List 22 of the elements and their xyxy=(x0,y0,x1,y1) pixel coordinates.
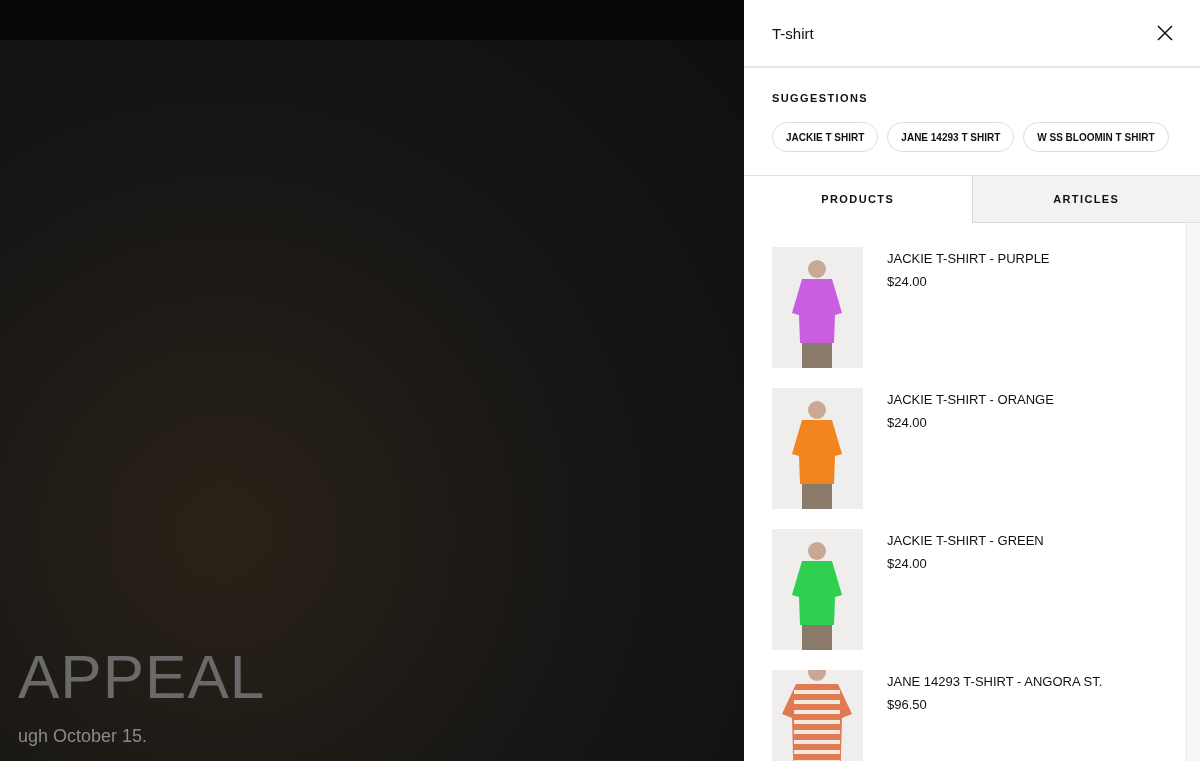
scrollbar-track[interactable] xyxy=(1186,223,1200,761)
hero-subline: ugh October 15. xyxy=(18,726,149,747)
suggestions-heading: SUGGESTIONS xyxy=(772,92,870,104)
product-name[interactable]: JACKIE T-SHIRT - ORANGE xyxy=(887,392,1054,407)
product-price: $24.00 xyxy=(887,274,928,289)
tab[interactable]: ARTICLES xyxy=(971,176,1200,223)
product-price: $24.00 xyxy=(887,556,928,571)
hero-headline: APPEAL xyxy=(18,641,267,712)
suggestion-chip[interactable]: JANE 14293 T SHIRT xyxy=(887,122,1015,152)
product-price: $96.50 xyxy=(887,697,928,712)
product-photo[interactable] xyxy=(772,529,863,650)
product-price: $24.00 xyxy=(887,415,928,430)
suggestion-chip[interactable]: W SS BLOOMIN T SHIRT xyxy=(1023,122,1169,152)
product-name[interactable]: JACKIE T-SHIRT - GREEN xyxy=(887,533,1044,548)
product-name[interactable]: JACKIE T-SHIRT - PURPLE xyxy=(887,251,1050,266)
search-field[interactable]: T-shirt xyxy=(772,24,1072,42)
product-photo[interactable] xyxy=(772,388,863,509)
product-photo[interactable] xyxy=(772,247,863,368)
product-photo[interactable] xyxy=(772,670,863,761)
product-name[interactable]: JANE 14293 T-SHIRT - ANGORA ST. xyxy=(887,674,1103,689)
suggestion-chip[interactable]: JACKIE T SHIRT xyxy=(772,122,879,152)
close-icon[interactable] xyxy=(1156,24,1174,42)
